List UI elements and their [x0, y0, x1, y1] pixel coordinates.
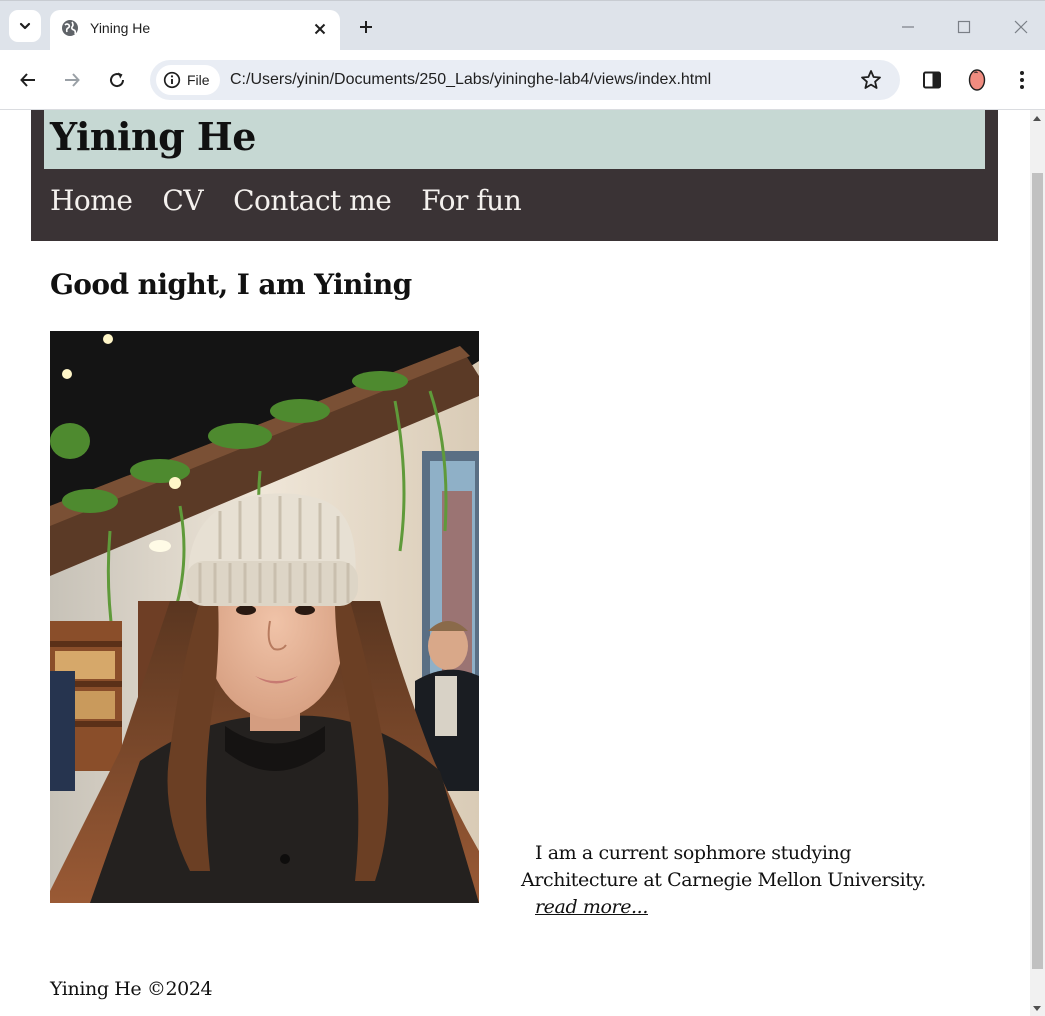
tab-title: Yining He	[90, 20, 151, 36]
arrow-left-icon	[20, 73, 35, 87]
close-icon	[314, 23, 326, 35]
scroll-up-arrow[interactable]	[1033, 116, 1041, 121]
site-nav: Home CV Contact me For fun	[50, 184, 522, 217]
tab-search-button[interactable]	[9, 10, 41, 42]
new-tab-button[interactable]	[353, 14, 379, 40]
minimize-icon	[902, 26, 914, 28]
nav-link-home[interactable]: Home	[50, 184, 133, 217]
bio-paragraph: I am a current sophmore studying Archite…	[521, 840, 941, 921]
close-icon	[1014, 20, 1028, 34]
page-viewport: Yining He Home CV Contact me For fun Goo…	[0, 110, 1045, 1016]
site-info-chip[interactable]: File	[156, 65, 220, 95]
plus-icon	[360, 21, 372, 33]
bio-text: I am a current sophmore studying Archite…	[521, 842, 926, 891]
site-chip-label: File	[187, 72, 210, 88]
profile-photo-illustration	[50, 331, 479, 903]
reload-button[interactable]	[102, 65, 132, 95]
arrow-right-icon	[65, 73, 80, 87]
back-button[interactable]	[13, 65, 43, 95]
browser-toolbar: File C:/Users/yinin/Documents/250_Labs/y…	[0, 50, 1045, 110]
chevron-down-icon	[19, 22, 31, 30]
nav-link-contact[interactable]: Contact me	[233, 184, 392, 217]
side-panel-icon	[923, 71, 941, 89]
window-close-button[interactable]	[1008, 14, 1034, 40]
site-title-bar: Yining He	[44, 110, 985, 169]
site-title: Yining He	[50, 114, 256, 159]
globe-icon	[62, 20, 78, 36]
site-header: Yining He Home CV Contact me For fun	[31, 110, 998, 241]
profile-button[interactable]	[963, 66, 991, 94]
browser-tab-active[interactable]: Yining He	[50, 10, 340, 51]
menu-button[interactable]	[1008, 66, 1036, 94]
profile-photo	[50, 331, 479, 903]
address-bar[interactable]: File C:/Users/yinin/Documents/250_Labs/y…	[150, 60, 900, 100]
maximize-button[interactable]	[951, 14, 977, 40]
tab-close-button[interactable]	[310, 19, 330, 39]
nav-link-fun[interactable]: For fun	[421, 184, 521, 217]
scroll-down-arrow[interactable]	[1033, 1006, 1041, 1011]
minimize-button[interactable]	[895, 14, 921, 40]
read-more-link[interactable]: read more...	[521, 896, 648, 918]
tab-strip: Yining He	[0, 0, 1045, 51]
forward-button[interactable]	[57, 65, 87, 95]
page-scrollbar[interactable]	[1030, 110, 1045, 1016]
greeting-heading: Good night, I am Yining	[50, 268, 412, 301]
nav-link-cv[interactable]: CV	[162, 184, 203, 217]
side-panel-button[interactable]	[918, 66, 946, 94]
bookmark-star-icon[interactable]	[860, 69, 882, 91]
site-footer: Yining He ©2024	[50, 978, 213, 1000]
info-icon	[163, 71, 181, 89]
url-text[interactable]: C:/Users/yinin/Documents/250_Labs/yining…	[230, 71, 711, 89]
reload-icon	[110, 72, 125, 88]
scroll-thumb[interactable]	[1032, 173, 1043, 969]
profile-avatar-icon	[968, 69, 986, 91]
more-vertical-icon	[1020, 71, 1024, 89]
maximize-icon	[957, 20, 971, 34]
